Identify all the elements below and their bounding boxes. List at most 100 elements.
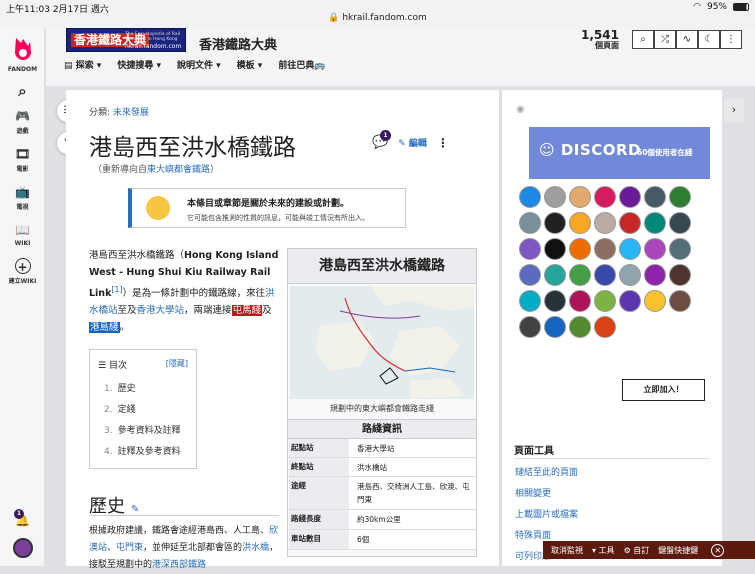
recent-changes-button[interactable]: ∿ [676,30,698,49]
link-hku-station[interactable]: 香港大學站 [137,305,185,316]
toc-item[interactable]: 3. 參考資料及註釋 [104,423,188,436]
url-bar[interactable]: 🔒 hkrail.fandom.com [0,13,755,23]
nav-help[interactable]: 說明文件 ▾ [177,58,221,71]
toc-hide-link[interactable]: [隱藏] [166,358,188,371]
user-avatar[interactable] [544,264,566,286]
user-avatar[interactable] [569,186,591,208]
fandom-rail: FANDOM ⌕ 🎮 遊戲 🎞 電影 📺 電視 📖 WIKI + 建立WIKI 🔔 1 [0,28,45,566]
user-avatar[interactable] [644,212,666,234]
user-avatar[interactable] [644,186,666,208]
more-actions-button[interactable]: ⋮ [437,136,449,150]
user-avatar[interactable] [669,212,691,234]
user-avatar[interactable] [544,290,566,312]
nav-explore[interactable]: ▤ 探索 ▾ [64,58,101,71]
user-avatar[interactable] [619,290,641,312]
link-tuen-mun-east[interactable]: 屯門東 [116,543,143,553]
user-avatar[interactable] [644,238,666,260]
route-map-image[interactable] [290,286,474,399]
tool-related-changes[interactable]: 相關變更 [515,484,578,505]
user-avatar[interactable] [519,290,541,312]
nav-templates[interactable]: 模板 ▾ [237,58,263,71]
comment-count-badge: 1 [380,130,391,141]
nav-bus-wiki[interactable]: 前往巴典🚌 [278,58,325,71]
user-avatar[interactable] [544,212,566,234]
user-avatar[interactable] [569,238,591,260]
rail-item-create-wiki[interactable]: + 建立WIKI [0,258,45,285]
rail-item-tv[interactable]: 📺 電視 [0,184,45,211]
toc-item[interactable]: 1. 歷史 [104,381,188,394]
rail-item-wiki[interactable]: 📖 WIKI [0,222,45,247]
rail-item-games[interactable]: 🎮 遊戲 [0,108,45,135]
user-avatar[interactable] [594,186,616,208]
category-link[interactable]: 未來發展 [113,108,149,118]
user-avatar[interactable] [544,238,566,260]
user-avatar[interactable] [644,264,666,286]
user-avatar[interactable] [619,186,641,208]
shortcuts-button[interactable]: 鍵盤快捷鍵 [658,545,698,556]
search-button[interactable]: ⌕ [632,30,654,49]
user-avatar[interactable] [569,212,591,234]
wiki-logo[interactable]: 香港鐵路大典 The Encyclopedia of Rail Transpor… [66,28,186,52]
join-discord-button[interactable]: 立即加入！ [622,379,705,401]
user-avatar[interactable] [519,238,541,260]
link-hung-shui-kiu-2[interactable]: 洪水橋 [242,543,269,553]
redirect-link[interactable]: 東大嶼都會鐵路 [147,165,210,175]
user-avatar[interactable] [544,186,566,208]
user-avatar[interactable] [594,212,616,234]
user-avatar[interactable] [669,290,691,312]
unwatch-button[interactable]: 取消監視 [551,545,583,556]
user-avatar[interactable] [669,186,691,208]
user-avatar[interactable] [619,264,641,286]
user-avatar[interactable] [669,238,691,260]
user-avatar[interactable] [644,290,666,312]
rail-search[interactable]: ⌕ [0,83,45,101]
user-avatar[interactable] [544,316,566,338]
user-avatar[interactable] [669,264,691,286]
random-page-button[interactable]: ⤮ [654,30,676,49]
close-icon[interactable]: ✕ [711,543,725,557]
discord-logo: ☺ DISCORD [539,141,641,159]
infobox-row: 終點站 洪水橋站 [288,458,476,477]
user-avatar[interactable] [519,212,541,234]
user-avatar[interactable] [519,316,541,338]
edit-section-icon[interactable]: ✎ [131,504,139,515]
user-avatar[interactable] [569,290,591,312]
theme-toggle-button[interactable]: ☾ [698,30,720,49]
user-avatar[interactable] [519,264,541,286]
header-buttons: ⌕ ⤮ ∿ ☾ ⋮ [632,30,742,49]
history-paragraph: 根據政府建議，鐵路會途經港島西、人工島、欣澳站、屯門東，並伸延至北部都會區的洪水… [89,526,279,570]
tool-upload[interactable]: 上載圖片或檔案 [515,505,578,526]
discord-widget[interactable]: ☺ DISCORD 60個使用者在綫 [529,127,710,179]
toc-item[interactable]: 4. 註釋及參考資料 [104,444,188,457]
user-avatar[interactable] [594,316,616,338]
nav-quick-search[interactable]: 快捷搜尋 ▾ [117,58,161,71]
link-island-line[interactable]: 港島綫 [89,322,120,334]
user-avatar[interactable] [519,186,541,208]
notifications-button[interactable]: 🔔 1 [0,509,45,530]
rail-item-movies[interactable]: 🎞 電影 [0,146,45,173]
link-western-rail[interactable]: 港深西部鐵路 [152,560,206,570]
fandom-logo[interactable]: FANDOM [0,36,45,73]
link-tuen-ma-line[interactable]: 屯馬綫 [231,305,263,317]
sidebar-collapse-button[interactable]: › [724,98,744,122]
user-avatar[interactable] [594,238,616,260]
intro-paragraph: 港島西至洪水橋鐵路（Hong Kong Island West - Hung S… [89,250,279,334]
user-avatar[interactable] [619,238,641,260]
user-avatar[interactable] [569,316,591,338]
user-avatar[interactable] [569,264,591,286]
heading-divider [89,515,279,516]
toc-item[interactable]: 2. 定綫 [104,402,188,415]
ref-link[interactable]: [1] [111,285,122,294]
user-avatar[interactable] [594,290,616,312]
tool-whatlinkshere[interactable]: 鏈結至此的頁面 [515,463,578,484]
customize-button[interactable]: ⚙ 自訂 [624,545,650,556]
comments-button[interactable]: 💬 1 [372,130,391,150]
user-avatar[interactable] [619,212,641,234]
user-avatar[interactable] [594,264,616,286]
edit-button[interactable]: ✎ 編輯 [398,136,427,149]
infobox-title: 港島西至洪水橋鐵路 [288,249,476,284]
more-button[interactable]: ⋮ [720,30,742,49]
tools-button[interactable]: ▾ 工具 [592,545,615,556]
site-name[interactable]: 香港鐵路大典 [199,34,277,53]
user-avatar[interactable] [0,538,45,558]
